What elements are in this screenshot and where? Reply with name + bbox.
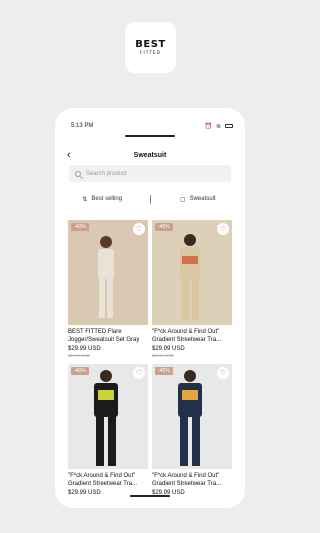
product-name[interactable]: BEST FITTED Flare bbox=[68, 328, 148, 336]
search-icon bbox=[75, 170, 81, 177]
product-photo[interactable]: -40% ♡ bbox=[152, 220, 232, 325]
sort-button[interactable]: ⇅ Best selling bbox=[55, 196, 150, 203]
heart-icon[interactable]: ♡ bbox=[133, 223, 145, 235]
notch-bar bbox=[125, 135, 175, 137]
discount-badge: -40% bbox=[155, 367, 173, 375]
product-photo[interactable]: -40% ♡ bbox=[152, 364, 232, 469]
category-button[interactable]: ▢ Sweatsuit bbox=[151, 196, 246, 203]
product-name-line2[interactable]: Gradient Streetwear Tra... bbox=[152, 336, 232, 344]
old-price: $49.99 USD bbox=[152, 353, 174, 358]
model-figure bbox=[152, 364, 232, 469]
heart-icon[interactable]: ♡ bbox=[217, 223, 229, 235]
bag-icon: ▢ bbox=[179, 196, 186, 203]
model-figure bbox=[68, 364, 148, 469]
logo-subtext: FITTED bbox=[139, 49, 162, 55]
battery-icon bbox=[225, 124, 233, 128]
sort-icon: ⇅ bbox=[82, 196, 88, 203]
product-photo[interactable]: -40% ♡ bbox=[68, 364, 148, 469]
status-bar: 5:13 PM ⏰ ≋ bbox=[55, 121, 245, 131]
search-placeholder: Search product bbox=[86, 170, 127, 177]
old-price: $49.99 USD bbox=[68, 353, 90, 358]
back-arrow-icon[interactable]: ‹ bbox=[67, 148, 71, 162]
heart-icon[interactable]: ♡ bbox=[217, 367, 229, 379]
logo-text: BEST bbox=[135, 38, 166, 50]
product-name-line2[interactable]: Jogger/Sweatsuit Set Gray bbox=[68, 336, 148, 344]
discount-badge: -40% bbox=[71, 367, 89, 375]
status-icons: ⏰ ≋ bbox=[204, 123, 233, 130]
product-name[interactable]: "F*ck Around & Find Out" bbox=[152, 328, 232, 336]
phone-frame: 5:13 PM ⏰ ≋ ‹ Sweatsuit Search product ⇅… bbox=[55, 108, 245, 508]
product-name-line2[interactable]: Gradient Streetwear Tra... bbox=[68, 480, 148, 488]
product-photo[interactable]: -40% ♡ bbox=[68, 220, 148, 325]
product-card[interactable]: -40% ♡ "F*ck Around & Find Out" Gradient… bbox=[152, 220, 232, 359]
alarm-icon: ⏰ bbox=[204, 123, 212, 130]
discount-badge: -40% bbox=[155, 223, 173, 231]
product-card[interactable]: -40% ♡ "F*ck Around & Find Out" Gradient… bbox=[68, 364, 148, 497]
product-name[interactable]: "F*ck Around & Find Out" bbox=[68, 472, 148, 480]
page-title: Sweatsuit bbox=[133, 151, 167, 159]
app-logo-tile: BEST FITTED bbox=[125, 22, 176, 73]
product-price: $29.99 USD bbox=[68, 346, 101, 352]
sort-label: Best selling bbox=[91, 196, 123, 202]
heart-icon[interactable]: ♡ bbox=[133, 367, 145, 379]
product-card[interactable]: -40% ♡ "F*ck Around & Find Out" Gradient… bbox=[152, 364, 232, 497]
product-price: $29.99 USD bbox=[152, 346, 185, 352]
wifi-icon: ≋ bbox=[215, 123, 221, 130]
status-time: 5:13 PM bbox=[71, 123, 94, 129]
product-card[interactable]: -40% ♡ BEST FITTED Flare Jogger/Sweatsui… bbox=[68, 220, 148, 359]
filter-bar: ⇅ Best selling ▢ Sweatsuit bbox=[55, 193, 245, 205]
discount-badge: -40% bbox=[71, 223, 89, 231]
home-indicator[interactable] bbox=[130, 495, 170, 497]
model-figure bbox=[68, 220, 148, 325]
nav-bar: ‹ Sweatsuit bbox=[55, 148, 245, 162]
category-label: Sweatsuit bbox=[189, 196, 216, 202]
model-figure bbox=[152, 220, 232, 325]
product-name[interactable]: "F*ck Around & Find Out" bbox=[152, 472, 232, 480]
search-input[interactable]: Search product bbox=[69, 165, 231, 182]
product-name-line2[interactable]: Gradient Streetwear Tra... bbox=[152, 480, 232, 488]
